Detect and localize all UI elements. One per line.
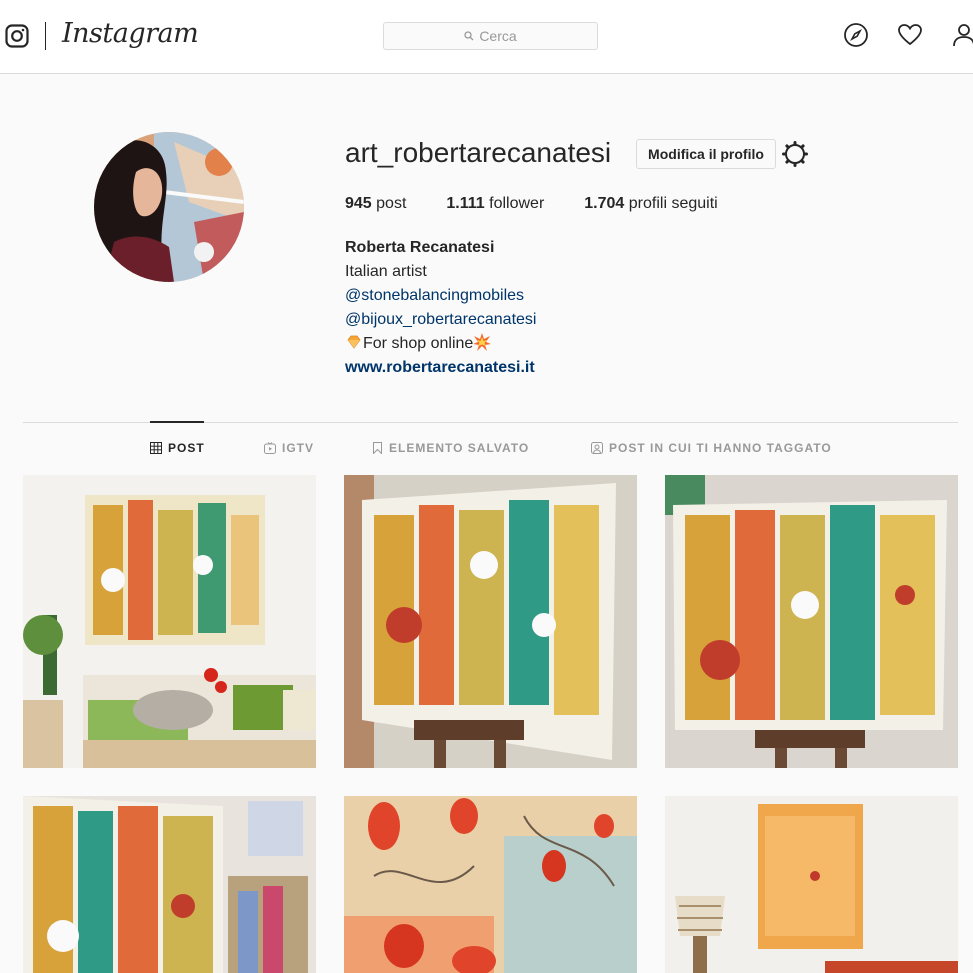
post-image xyxy=(665,475,958,768)
collision-spark-icon xyxy=(473,333,492,351)
tab-tagged[interactable]: POST IN CUI TI HANNO TAGGATO xyxy=(591,441,832,455)
posts-label: post xyxy=(376,195,407,212)
search-input[interactable]: Cerca xyxy=(383,22,598,50)
post-thumbnail[interactable] xyxy=(665,796,958,973)
tab-saved[interactable]: ELEMENTO SALVATO xyxy=(372,441,529,455)
avatar-photo xyxy=(94,132,244,282)
tab-igtv[interactable]: IGTV xyxy=(264,441,314,455)
posts-count: 945 xyxy=(345,195,372,212)
top-nav: Instagram Cerca xyxy=(0,0,973,74)
post-image xyxy=(23,475,316,768)
post-thumbnail[interactable] xyxy=(344,475,637,768)
search-placeholder: Cerca xyxy=(479,28,517,44)
orange-diamond-icon xyxy=(347,335,361,349)
post-image xyxy=(344,475,637,768)
nav-divider xyxy=(45,22,46,50)
activity-heart-icon[interactable] xyxy=(897,22,923,48)
bio-full-name: Roberta Recanatesi xyxy=(345,239,495,256)
post-thumbnail[interactable] xyxy=(23,475,316,768)
tab-label: POST xyxy=(168,441,205,455)
following-count: 1.704 xyxy=(584,195,625,212)
tab-label: ELEMENTO SALVATO xyxy=(389,441,530,455)
posts-stat: 945 post xyxy=(345,195,406,213)
igtv-icon xyxy=(264,442,276,454)
explore-compass-icon[interactable] xyxy=(843,22,869,48)
followers-count: 1.111 xyxy=(446,195,485,212)
tab-post[interactable]: POST xyxy=(150,441,205,455)
profile-username: art_robertarecanatesi xyxy=(345,137,612,168)
post-image xyxy=(23,796,316,973)
tab-label: IGTV xyxy=(282,441,315,455)
following-stat[interactable]: 1.704 profili seguiti xyxy=(584,195,717,213)
followers-label: follower xyxy=(489,195,545,212)
grid-icon xyxy=(150,442,162,454)
bookmark-icon xyxy=(373,442,382,454)
instagram-wordmark[interactable]: Instagram xyxy=(62,18,199,49)
bio-line: Italian artist xyxy=(345,263,427,280)
bio-shop-line: For shop online xyxy=(345,332,536,356)
profile-stats: 945 post 1.111 follower 1.704 profili se… xyxy=(345,195,758,213)
tab-label: POST IN CUI TI HANNO TAGGATO xyxy=(609,441,832,455)
profile-bio: Roberta Recanatesi Italian artist @stone… xyxy=(345,236,536,380)
following-label: profili seguiti xyxy=(628,195,718,212)
profile-user-icon[interactable] xyxy=(951,22,973,48)
edit-profile-button[interactable]: Modifica il profilo xyxy=(636,139,776,169)
gear-icon[interactable] xyxy=(781,140,809,168)
bio-website-link[interactable]: www.robertarecanatesi.it xyxy=(345,356,536,380)
profile-avatar[interactable] xyxy=(94,132,244,282)
post-image xyxy=(344,796,637,973)
bio-mention-link[interactable]: @bijoux_robertarecanatesi xyxy=(345,308,536,332)
tagged-user-icon xyxy=(591,442,603,454)
active-tab-indicator xyxy=(150,421,204,423)
followers-stat[interactable]: 1.111 follower xyxy=(446,195,544,213)
post-thumbnail[interactable] xyxy=(344,796,637,973)
post-thumbnail[interactable] xyxy=(23,796,316,973)
post-thumbnail[interactable] xyxy=(665,475,958,768)
bio-mention-link[interactable]: @stonebalancingmobiles xyxy=(345,284,536,308)
post-image xyxy=(665,796,958,973)
instagram-glyph-icon[interactable] xyxy=(5,24,29,48)
search-icon xyxy=(464,31,474,41)
